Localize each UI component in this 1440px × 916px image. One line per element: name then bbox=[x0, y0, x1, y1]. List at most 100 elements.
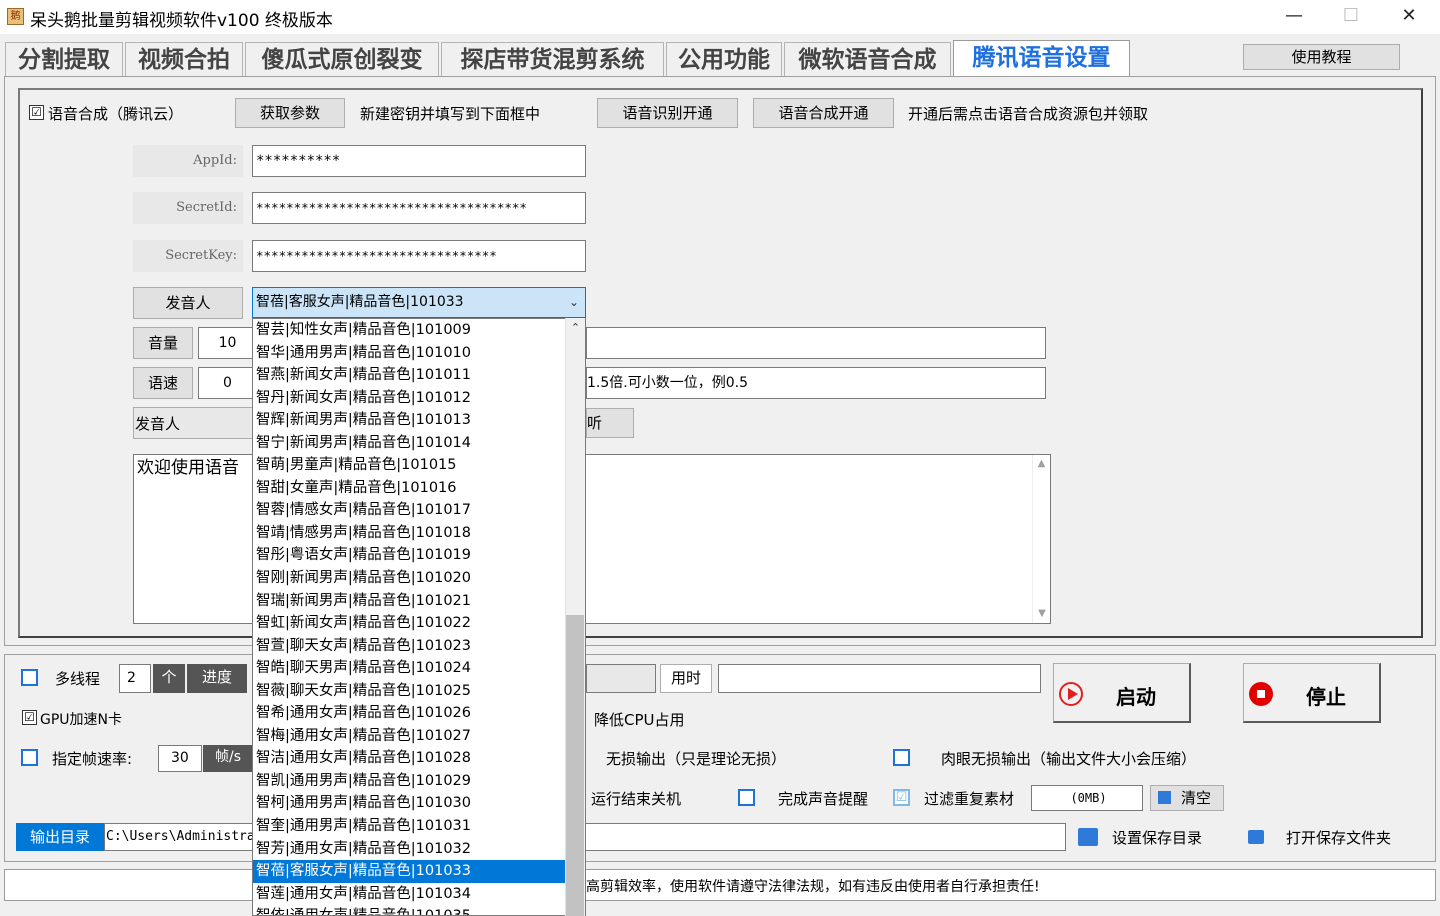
speed-button[interactable]: 语速 bbox=[133, 367, 193, 399]
speaker-option[interactable]: 智柯|通用男声|精品音色|101030 bbox=[253, 792, 565, 815]
tab-bar: 分割提取 视频合拍 傻瓜式原创裂变 探店带货混剪系统 公用功能 微软语音合成 腾… bbox=[0, 34, 1440, 80]
fps-input[interactable]: 30 bbox=[158, 745, 202, 772]
asr-enable-button[interactable]: 语音识别开通 bbox=[597, 98, 738, 128]
open-save-dir-button[interactable]: 打开保存文件夹 bbox=[1286, 827, 1391, 848]
tts-enable-button[interactable]: 语音合成开通 bbox=[753, 98, 894, 128]
speaker-option[interactable]: 智蓉|情感女声|精品音色|101017 bbox=[253, 499, 565, 522]
speaker-option[interactable]: 智奎|通用男声|精品音色|101031 bbox=[253, 815, 565, 838]
speaker-option[interactable]: 智薇|聊天女声|精品音色|101025 bbox=[253, 680, 565, 703]
volume-button[interactable]: 音量 bbox=[133, 327, 193, 359]
stop-button[interactable]: 停止 bbox=[1243, 663, 1381, 723]
speaker-option[interactable]: 智辉|新闻男声|精品音色|101013 bbox=[253, 409, 565, 432]
lower-cpu-label: 降低CPU占用 bbox=[594, 711, 685, 729]
multithread-checkbox[interactable] bbox=[21, 669, 38, 686]
stop-label: 停止 bbox=[1306, 685, 1346, 709]
tab-video-collab[interactable]: 视频合拍 bbox=[125, 42, 243, 78]
listen-button[interactable]: 听 bbox=[586, 408, 634, 438]
speaker-button[interactable]: 发音人 bbox=[133, 287, 243, 319]
speaker-option[interactable]: 智蓓|客服女声|精品音色|101033 bbox=[253, 860, 565, 883]
enable-hint: 开通后需点击语音合成资源包并领取 bbox=[908, 105, 1149, 123]
dropdown-scroll-up-icon[interactable]: ⌃ bbox=[566, 318, 585, 338]
scroll-up-icon[interactable]: ▲ bbox=[1033, 455, 1050, 473]
secretkey-input[interactable]: ******************************** bbox=[252, 240, 586, 272]
filter-dup-checkbox[interactable]: ☑ bbox=[893, 789, 910, 806]
speaker-selected-value: 智蓓|客服女声|精品音色|101033 bbox=[256, 294, 464, 310]
speaker-option[interactable]: 智宁|新闻男声|精品音色|101014 bbox=[253, 432, 565, 455]
tab-original-fission[interactable]: 傻瓜式原创裂变 bbox=[245, 42, 439, 78]
visual-lossless-checkbox[interactable] bbox=[893, 749, 910, 766]
close-button[interactable]: ✕ bbox=[1380, 0, 1438, 34]
filter-dup-label: 过滤重复素材 bbox=[924, 790, 1015, 808]
speaker-option[interactable]: 智梅|通用女声|精品音色|101027 bbox=[253, 725, 565, 748]
appid-input[interactable]: ********** bbox=[252, 145, 586, 177]
new-key-hint: 新建密钥并填写到下面框中 bbox=[360, 105, 541, 123]
text-area-scrollbar[interactable]: ▲ ▼ bbox=[1032, 455, 1050, 623]
secretkey-label: SecretKey: bbox=[133, 240, 243, 272]
speaker-option[interactable]: 智瑞|新闻男声|精品音色|101021 bbox=[253, 590, 565, 613]
speaker-option[interactable]: 智虹|新闻女声|精品音色|101022 bbox=[253, 612, 565, 635]
speaker-option[interactable]: 智彤|粤语女声|精品音色|101019 bbox=[253, 544, 565, 567]
secretid-label: SecretId: bbox=[133, 192, 243, 224]
tts-enable-checkbox[interactable]: ☑ bbox=[29, 105, 44, 120]
tts-text: 欢迎使用语音 bbox=[137, 458, 239, 478]
speaker-option[interactable]: 智依|通用女声|精品音色|101035 bbox=[253, 905, 565, 915]
tab-tencent-tts[interactable]: 腾讯语音设置 bbox=[953, 40, 1130, 80]
thread-unit-label: 个 bbox=[153, 664, 185, 693]
progress-button[interactable]: 进度 bbox=[187, 664, 247, 693]
speaker-option[interactable]: 智凯|通用男声|精品音色|101029 bbox=[253, 770, 565, 793]
speaker-option[interactable]: 智萱|聊天女声|精品音色|101023 bbox=[253, 635, 565, 658]
scroll-down-icon[interactable]: ▼ bbox=[1033, 605, 1050, 623]
tab-split-extract[interactable]: 分割提取 bbox=[5, 42, 123, 78]
material-size-field: (0MB) bbox=[1031, 785, 1143, 811]
speaker-dropdown-list[interactable]: 智芸|知性女声|精品音色|101009 智华|通用男声|精品音色|101010 智燕… bbox=[252, 318, 586, 916]
title-bar: 鹅 呆头鹅批量剪辑视频软件v100 终极版本 — ☐ ✕ bbox=[0, 0, 1440, 34]
time-button[interactable]: 用时 bbox=[660, 664, 712, 693]
speaker-option[interactable]: 智芳|通用女声|精品音色|101032 bbox=[253, 838, 565, 861]
clear-button[interactable]: 清空 bbox=[1150, 785, 1224, 811]
secretid-input[interactable]: ************************************ bbox=[252, 192, 586, 224]
output-dir-button[interactable]: 输出目录 bbox=[16, 823, 104, 851]
clear-icon bbox=[1158, 791, 1171, 804]
speed-input[interactable]: 0 bbox=[198, 367, 254, 399]
dropdown-scroll-thumb[interactable] bbox=[566, 615, 584, 916]
volume-input[interactable]: 10 bbox=[198, 327, 254, 359]
start-button[interactable]: 启动 bbox=[1053, 663, 1191, 723]
sound-notify-checkbox[interactable] bbox=[738, 789, 755, 806]
tab-microsoft-tts[interactable]: 微软语音合成 bbox=[784, 42, 951, 78]
thread-count-input[interactable]: 2 bbox=[119, 664, 151, 693]
tab-store-mix[interactable]: 探店带货混剪系统 bbox=[441, 42, 664, 78]
speaker-select[interactable]: 智蓓|客服女声|精品音色|101033 ⌄ bbox=[252, 287, 586, 318]
start-label: 启动 bbox=[1116, 685, 1156, 709]
multithread-label: 多线程 bbox=[55, 670, 101, 688]
speaker-option[interactable]: 智丹|新闻女声|精品音色|101012 bbox=[253, 387, 565, 410]
app-icon: 鹅 bbox=[7, 8, 24, 25]
status-bar: 高剪辑效率，使用软件请遵守法律法规，如有违反由使用者自行承担责任! bbox=[4, 869, 1436, 901]
speaker-option[interactable]: 智希|通用女声|精品音色|101026 bbox=[253, 702, 565, 725]
speed-hint: 1.5倍.可小数一位，例0.5 bbox=[586, 367, 1046, 399]
speaker-option[interactable]: 智芸|知性女声|精品音色|101009 bbox=[253, 319, 565, 342]
gpu-label: GPU加速N卡 bbox=[40, 712, 123, 728]
window-title: 呆头鹅批量剪辑视频软件v100 终极版本 bbox=[30, 11, 333, 31]
get-params-button[interactable]: 获取参数 bbox=[235, 98, 345, 128]
maximize-button[interactable]: ☐ bbox=[1322, 0, 1380, 34]
speaker-option[interactable]: 智燕|新闻女声|精品音色|101011 bbox=[253, 364, 565, 387]
speaker-option[interactable]: 智皓|聊天男声|精品音色|101024 bbox=[253, 657, 565, 680]
speaker-option[interactable]: 智刚|新闻男声|精品音色|101020 bbox=[253, 567, 565, 590]
speaker-option[interactable]: 智甜|女童声|精品音色|101016 bbox=[253, 477, 565, 500]
fps-checkbox[interactable] bbox=[21, 749, 38, 766]
speaker-option[interactable]: 智莲|通用女声|精品音色|101034 bbox=[253, 883, 565, 906]
speaker-option[interactable]: 智靖|情感男声|精品音色|101018 bbox=[253, 522, 565, 545]
minimize-button[interactable]: — bbox=[1265, 0, 1323, 34]
gpu-checkbox[interactable]: ☑ bbox=[22, 710, 37, 725]
set-save-dir-button[interactable]: 设置保存目录 bbox=[1112, 827, 1202, 848]
speaker-option[interactable]: 智华|通用男声|精品音色|101010 bbox=[253, 342, 565, 365]
tab-common[interactable]: 公用功能 bbox=[666, 42, 782, 78]
sound-notify-label: 完成声音提醒 bbox=[778, 790, 869, 808]
status-text: 高剪辑效率，使用软件请遵守法律法规，如有违反由使用者自行承担责任! bbox=[586, 879, 1040, 895]
tutorial-button[interactable]: 使用教程 bbox=[1243, 44, 1400, 70]
appid-label: AppId: bbox=[133, 145, 243, 177]
elapsed-time-field bbox=[718, 664, 1041, 693]
stop-icon bbox=[1249, 682, 1273, 706]
speaker-option[interactable]: 智萌|男童声|精品音色|101015 bbox=[253, 454, 565, 477]
speaker-option[interactable]: 智洁|通用女声|精品音色|101028 bbox=[253, 747, 565, 770]
